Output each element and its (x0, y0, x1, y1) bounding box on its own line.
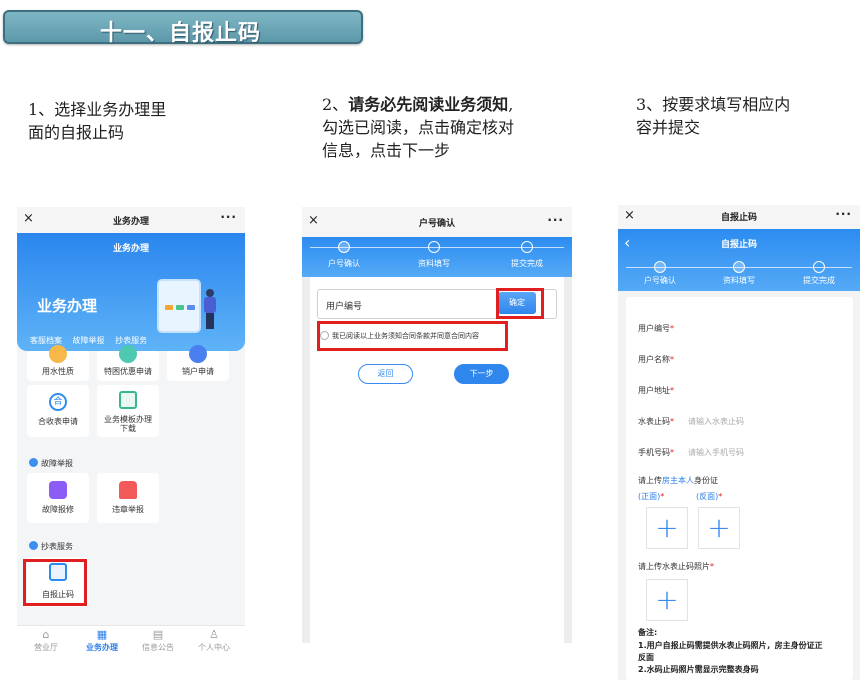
note-line-1b: 反面 (638, 653, 654, 662)
card-water-nature[interactable]: 用水性质 (27, 345, 89, 381)
note-line-2: 2.水码止码照片需显示完整表身码 (638, 665, 759, 674)
tab-customer-file[interactable]: 客服档案 (30, 336, 62, 345)
header-title: 业务办理 (112, 244, 149, 254)
banner-title: 十一、自报止码 (100, 21, 262, 46)
section-banner: 十一、自报止码 (3, 10, 363, 46)
upload-meter-label: 请上传水表止码照片* (638, 562, 714, 571)
step-label-3: 提交完成 (803, 276, 835, 285)
more-icon[interactable]: ··· (220, 210, 237, 224)
field-meter-reading[interactable]: 水表止码* 请输入水表止码 (638, 416, 744, 427)
upload-id-label: 请上传房主本人身份证 (638, 476, 718, 485)
bottom-nav: ⌂ 营业厅 ▦ 业务办理 ▤ 信息公告 ♙ 个人中心 (17, 625, 245, 659)
phone-illustration-icon (157, 279, 201, 333)
combined-meter-icon: 合 (49, 393, 67, 411)
person-illustration-icon (203, 289, 217, 329)
back-button[interactable]: 返回 (358, 364, 413, 384)
highlight-self-report (23, 559, 87, 606)
phone-account-confirm: × 户号确认 ··· 户号确认 资料填写 提交完成 用户编号 确定 我已阅读以上… (302, 207, 572, 643)
more-icon[interactable]: ··· (547, 213, 564, 227)
water-nature-icon (49, 345, 67, 363)
card-template-download[interactable]: 业务模板办理 下载 (97, 385, 159, 437)
tab-fault-report[interactable]: 故障举报 (73, 336, 105, 345)
top-bar: × 自报止码 ··· (618, 205, 860, 229)
home-icon: ⌂ (42, 628, 50, 641)
card-violation-report[interactable]: 违章举报 (97, 473, 159, 523)
more-icon[interactable]: ··· (835, 207, 852, 221)
phone-business-screen: × 业务办理 ··· 业务办理 业务办理 客服档案 故障举报 抄表服务 用水性质… (17, 207, 245, 659)
step-node-3 (521, 241, 533, 253)
user-icon: ♙ (209, 628, 219, 641)
field-user-address[interactable]: 用户地址* (638, 385, 674, 396)
header-title: 自报止码 (720, 240, 757, 250)
step-3-text: 3、按要求填写相应内 容并提交 (636, 95, 791, 137)
card-combined-meter[interactable]: 合 合收表申请 (27, 385, 89, 437)
window-title: 自报止码 (720, 213, 757, 223)
id-back-label: (反面)* (696, 492, 723, 501)
nav-business[interactable]: ▦ 业务办理 (77, 628, 127, 653)
field-user-name[interactable]: 用户名称* (638, 354, 674, 365)
progress-steps: 户号确认 资料填写 提交完成 (618, 257, 860, 297)
card-poverty-discount[interactable]: 特困优惠申请 (97, 345, 159, 381)
highlight-confirm (496, 288, 544, 319)
field-phone[interactable]: 手机号码* 请输入手机号码 (638, 447, 744, 458)
discount-icon (119, 345, 137, 363)
phone-input[interactable]: 请输入手机号码 (688, 448, 744, 457)
window-title: 户号确认 (418, 219, 455, 229)
step-node-1 (338, 241, 350, 253)
note-title: 备注: (638, 628, 658, 637)
nav-profile[interactable]: ♙ 个人中心 (189, 628, 239, 653)
banner-text: 业务办理 (37, 297, 98, 315)
progress-steps: 户号确认 资料填写 提交完成 (302, 237, 572, 277)
nav-hall[interactable]: ⌂ 营业厅 (21, 628, 71, 653)
step-1-text: 1、选择业务办理里 面的自报止码 (28, 100, 167, 142)
section-fault: 故障举报 (29, 458, 73, 469)
upload-id-back-button[interactable]: + (698, 507, 740, 549)
upload-meter-photo-button[interactable]: + (646, 579, 688, 621)
grid-icon: ▦ (96, 628, 108, 641)
window-title: 业务办理 (112, 217, 149, 227)
next-button[interactable]: 下一步 (454, 364, 509, 384)
section-meter: 抄表服务 (29, 541, 73, 552)
meter-section-icon (29, 541, 38, 550)
step-node-3 (813, 261, 825, 273)
card-fault-repair[interactable]: 故障报修 (27, 473, 89, 523)
field-user-number[interactable]: 用户编号* (638, 323, 674, 334)
nav-notice[interactable]: ▤ 信息公告 (133, 628, 183, 653)
header-tabs: 客服档案 故障举报 抄表服务 (30, 335, 155, 346)
meter-reading-input[interactable]: 请输入水表止码 (688, 417, 744, 426)
template-download-icon (119, 391, 137, 409)
card-cancel-account[interactable]: 销户申请 (167, 345, 229, 381)
alarm-icon (119, 481, 137, 499)
step-node-2 (428, 241, 440, 253)
highlight-agree (317, 321, 508, 351)
step-label-2: 资料填写 (418, 259, 450, 268)
top-bar: × 户号确认 ··· (302, 207, 572, 237)
tab-meter-service[interactable]: 抄表服务 (115, 336, 147, 345)
notice-icon: ▤ (152, 628, 164, 641)
cancel-account-icon (189, 345, 207, 363)
step-node-1 (654, 261, 666, 273)
step-label-3: 提交完成 (511, 259, 543, 268)
fault-repair-icon (49, 481, 67, 499)
upload-id-front-button[interactable]: + (646, 507, 688, 549)
top-bar: × 业务办理 ··· (17, 207, 245, 233)
note-line-1: 1.用户自报止码需提供水表止码照片，房主身份证正 (638, 641, 823, 650)
step-label-2: 资料填写 (723, 276, 755, 285)
step-node-2 (733, 261, 745, 273)
fault-section-icon (29, 458, 38, 467)
step-2-text: 2、请务必先阅读业务须知, 勾选已阅读，点击确定核对 信息，点击下一步 (322, 95, 515, 160)
step-label-1: 户号确认 (328, 259, 360, 268)
phone-self-report-form: × 自报止码 ··· ‹ 自报止码 户号确认 资料填写 提交完成 用户编号* 用… (618, 205, 860, 680)
business-header: 业务办理 业务办理 (17, 233, 245, 351)
id-front-label: (正面)* (638, 492, 665, 501)
step-label-1: 户号确认 (644, 276, 676, 285)
